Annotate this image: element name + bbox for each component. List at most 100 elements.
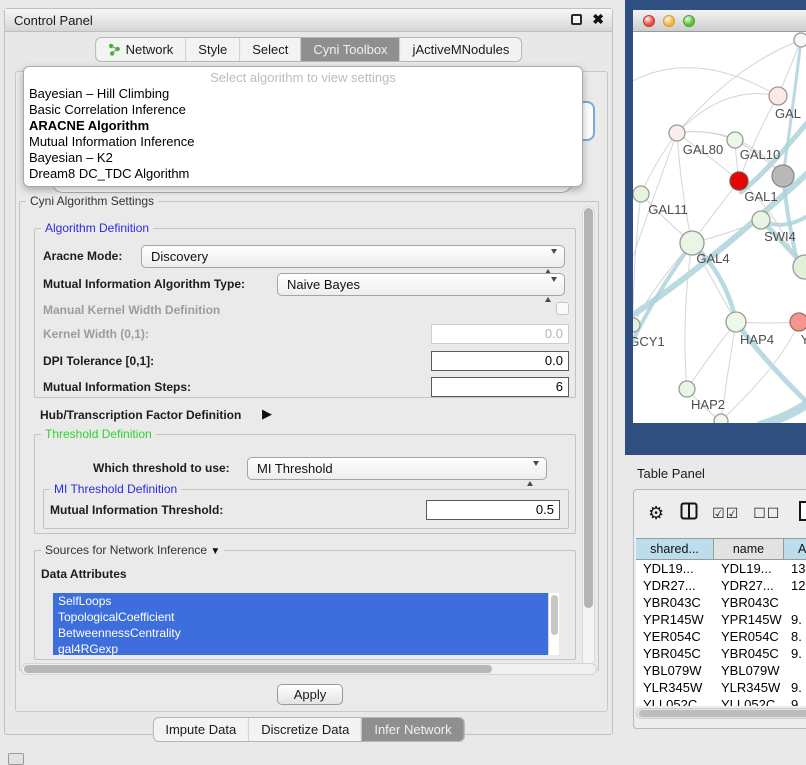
algorithm-option[interactable]: Bayesian – Hill Climbing xyxy=(24,86,582,102)
sources-title-text: Sources for Network Inference xyxy=(45,543,207,557)
algorithm-option[interactable]: ARACNE Algorithm xyxy=(24,118,582,134)
network-edge xyxy=(633,194,641,325)
tab-style[interactable]: Style xyxy=(185,38,239,61)
corner-mini-button[interactable] xyxy=(8,753,24,765)
algorithm-option[interactable]: Mutual Information Inference xyxy=(24,134,582,150)
table-row[interactable]: YLL052CYLL052C9 xyxy=(636,696,806,706)
tab-label: Infer Network xyxy=(374,722,451,737)
column-header[interactable]: name xyxy=(714,538,784,560)
aracne-mode-label: Aracne Mode: xyxy=(43,249,122,263)
network-edge xyxy=(633,170,806,320)
network-node[interactable] xyxy=(730,172,748,190)
table-horizontal-scrollbar[interactable] xyxy=(636,708,806,719)
new-table-icon[interactable] xyxy=(798,500,806,527)
settings-vertical-scrollbar[interactable] xyxy=(582,206,595,666)
network-edge xyxy=(761,394,806,423)
gear-icon[interactable]: ⚙ xyxy=(648,503,664,524)
float-window-icon[interactable] xyxy=(571,14,582,25)
network-icon xyxy=(108,43,121,56)
table-cell: YDR27... xyxy=(636,577,714,594)
table-cell: YLR345W xyxy=(636,679,714,696)
manual-kernel-checkbox[interactable] xyxy=(556,302,569,315)
stepper-arrows-icon xyxy=(545,279,557,300)
data-attribute-item[interactable]: gal4RGexp xyxy=(53,641,559,655)
column-header[interactable]: A xyxy=(784,538,806,560)
data-attribute-item[interactable]: BetweennessCentrality xyxy=(53,625,559,641)
network-node[interactable] xyxy=(790,313,806,331)
table-cell: YLL052C xyxy=(636,696,714,706)
data-attributes-list[interactable]: SelfLoopsTopologicalCoefficientBetweenne… xyxy=(53,593,559,655)
network-node[interactable] xyxy=(794,33,806,47)
data-attributes-label: Data Attributes xyxy=(41,567,127,581)
network-node[interactable] xyxy=(727,132,743,148)
tab-infer-network[interactable]: Infer Network xyxy=(361,718,463,741)
tab-cyni-toolbox[interactable]: Cyni Toolbox xyxy=(300,38,399,61)
mi-threshold-group: MI Threshold Definition Mutual Informati… xyxy=(43,489,569,529)
which-threshold-combo[interactable]: MI Threshold xyxy=(247,457,547,480)
network-node[interactable] xyxy=(714,414,728,423)
network-node[interactable] xyxy=(772,165,794,187)
table-row[interactable]: YDL19...YDL19...13 xyxy=(636,560,806,577)
apply-button[interactable]: Apply xyxy=(277,684,343,705)
algorithm-option[interactable]: Basic Correlation Inference xyxy=(24,102,582,118)
select-all-columns-icon[interactable]: ☑☑ xyxy=(712,505,739,522)
deselect-columns-icon[interactable]: ☐☐ xyxy=(753,505,780,522)
table-cell: YBL079W xyxy=(636,662,714,679)
network-window-titlebar[interactable] xyxy=(633,10,806,32)
expand-right-icon[interactable]: ▶ xyxy=(262,406,272,422)
table-cell xyxy=(784,662,806,679)
table-row[interactable]: YPR145WYPR145W9. xyxy=(636,611,806,628)
network-node-label: HAP2 xyxy=(691,397,725,412)
kernel-width-field[interactable]: 0.0 xyxy=(431,324,569,344)
table-row[interactable]: YBR043CYBR043C xyxy=(636,594,806,611)
table-row[interactable]: YLR345WYLR345W9. xyxy=(636,679,806,696)
mac-close-button[interactable] xyxy=(643,15,655,27)
data-attribute-item[interactable]: TopologicalCoefficient xyxy=(53,609,559,625)
mi-type-combo[interactable]: Naive Bayes xyxy=(277,273,565,296)
table-body: YDL19...YDL19...13YDR27...YDR27...12YBR0… xyxy=(636,560,806,706)
mac-minimize-button[interactable] xyxy=(663,15,675,27)
mac-zoom-button[interactable] xyxy=(683,15,695,27)
aracne-mode-combo[interactable]: Discovery xyxy=(141,245,565,268)
settings-horizontal-scrollbar[interactable] xyxy=(21,663,597,675)
tab-select[interactable]: Select xyxy=(239,38,300,61)
collapse-down-icon[interactable]: ▼ xyxy=(210,546,220,557)
network-node-label: GCY1 xyxy=(633,334,665,349)
network-edge xyxy=(739,96,778,181)
data-attribute-item[interactable]: SelfLoops xyxy=(53,593,559,609)
dpi-tolerance-field[interactable]: 0.0 xyxy=(431,351,569,371)
threshold-definition-group: Threshold Definition Which threshold to … xyxy=(34,434,576,534)
close-icon[interactable]: ✖ xyxy=(592,14,604,25)
table-cell: YBR045C xyxy=(714,645,784,662)
table-panel-title: Table Panel xyxy=(637,466,705,481)
network-node[interactable] xyxy=(769,87,787,105)
columns-icon[interactable] xyxy=(680,502,698,525)
tab-network[interactable]: Network xyxy=(96,38,186,61)
mi-type-value: Naive Bayes xyxy=(287,277,360,292)
which-threshold-label: Which threshold to use: xyxy=(93,461,230,475)
network-node[interactable] xyxy=(633,186,649,202)
cyni-algorithm-settings-group: Cyni Algorithm Settings Algorithm Defini… xyxy=(19,201,599,671)
mi-steps-field[interactable]: 6 xyxy=(431,377,569,397)
table-row[interactable]: YER054CYER054C8. xyxy=(636,628,806,645)
algorithm-option[interactable]: Dream8 DC_TDC Algorithm xyxy=(24,166,582,182)
dpi-tolerance-label: DPI Tolerance [0,1]: xyxy=(43,354,154,368)
network-edge xyxy=(687,322,736,389)
table-row[interactable]: YBR045CYBR045C9. xyxy=(636,645,806,662)
network-node[interactable] xyxy=(726,312,746,332)
network-canvas[interactable]: GALGAL80GAL10GAL1GAL11SWI4GAL4GCY1HAP4YH… xyxy=(633,32,806,423)
network-node[interactable] xyxy=(679,381,695,397)
network-node[interactable] xyxy=(669,125,685,141)
tab-jactivemnodules[interactable]: jActiveMNodules xyxy=(400,38,522,61)
tab-discretize-data[interactable]: Discretize Data xyxy=(248,718,361,741)
mi-threshold-field[interactable]: 0.5 xyxy=(426,500,560,520)
manual-kernel-label: Manual Kernel Width Definition xyxy=(43,303,220,317)
network-edge xyxy=(633,68,778,96)
list-scrollbar[interactable] xyxy=(548,593,559,655)
table-row[interactable]: YDR27...YDR27...12 xyxy=(636,577,806,594)
column-header[interactable]: shared... xyxy=(636,538,714,560)
tab-impute-data[interactable]: Impute Data xyxy=(153,718,248,741)
table-row[interactable]: YBL079WYBL079W xyxy=(636,662,806,679)
algorithm-option[interactable]: Bayesian – K2 xyxy=(24,150,582,166)
network-node[interactable] xyxy=(752,211,770,229)
